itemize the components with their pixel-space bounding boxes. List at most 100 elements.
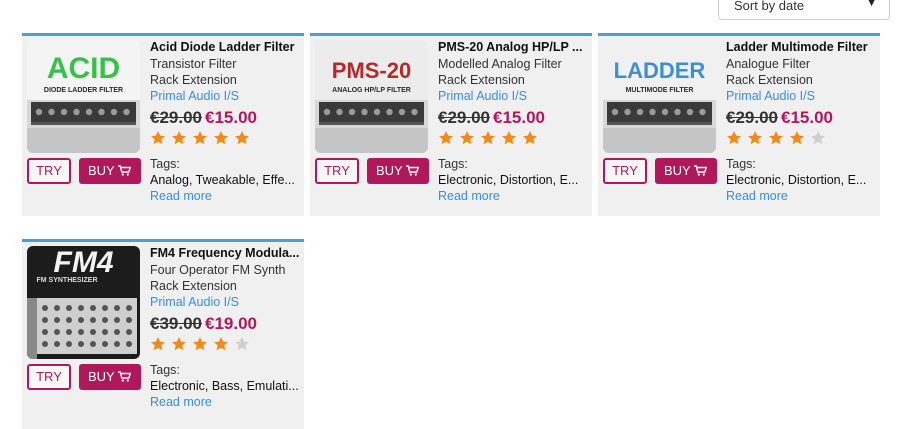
tags-list: Electronic, Distortion, E... [726, 172, 876, 188]
star-filled-icon [769, 131, 783, 145]
old-price: €29.00 [438, 108, 490, 127]
thumbnail-logo-text: PMS-20 [332, 58, 411, 83]
price: €29.00 €15.00 [438, 108, 588, 128]
read-more-link[interactable]: Read more [150, 189, 212, 203]
tag-link[interactable]: Bass [212, 379, 240, 393]
thumbnail-caption-text: FM SYNTHESIZER [36, 277, 97, 284]
vendor-link[interactable]: Primal Audio I/S [438, 88, 588, 104]
star-filled-icon [481, 131, 495, 145]
tag-link[interactable]: Emulati... [247, 379, 299, 393]
cart-icon [117, 365, 132, 391]
product-title[interactable]: PMS-20 Analog HP/LP ... [438, 39, 588, 56]
tag-link[interactable]: Electronic [438, 173, 493, 187]
sort-dropdown[interactable]: Sort by date ▼ [718, 0, 890, 20]
star-filled-icon [502, 131, 516, 145]
product-card: PMS-20 ANALOG HP/LP FILTER PMS-20 Analog … [310, 33, 592, 216]
product-thumbnail[interactable]: FM4 FM SYNTHESIZER [27, 246, 140, 359]
product-category: Rack Extension [438, 73, 525, 87]
read-more-link[interactable]: Read more [150, 395, 212, 409]
product-category: Rack Extension [150, 73, 237, 87]
buy-button-label: BUY [376, 163, 403, 178]
read-more-link[interactable]: Read more [438, 189, 500, 203]
tag-link[interactable]: E... [560, 173, 579, 187]
product-card: LADDER MULTIMODE FILTER Ladder Multimode … [598, 33, 880, 216]
tag-link[interactable]: Tweakable [196, 173, 256, 187]
vendor-link[interactable]: Primal Audio I/S [150, 294, 300, 310]
star-filled-icon [748, 131, 762, 145]
cart-icon [405, 159, 420, 185]
star-filled-icon [214, 131, 228, 145]
thumbnail-caption-text: MULTIMODE FILTER [626, 87, 694, 94]
try-button[interactable]: TRY [27, 364, 71, 390]
tags-label: Tags: [726, 157, 756, 171]
tag-separator: , [188, 173, 196, 187]
tags-label: Tags: [438, 157, 468, 171]
tag-link[interactable]: Electronic [150, 379, 205, 393]
tag-link[interactable]: Distortion [788, 173, 841, 187]
star-filled-icon [172, 337, 186, 351]
cart-icon [693, 159, 708, 185]
tags-list: Analog, Tweakable, Effe... [150, 172, 300, 188]
product-thumbnail[interactable]: PMS-20 ANALOG HP/LP FILTER [315, 40, 428, 153]
try-button[interactable]: TRY [27, 158, 71, 184]
product-category: Rack Extension [150, 279, 237, 293]
tag-separator: , [780, 173, 788, 187]
thumbnail-logo-text: LADDER [614, 58, 706, 83]
product-title[interactable]: Acid Diode Ladder Filter [150, 39, 300, 56]
tag-link[interactable]: E... [848, 173, 867, 187]
tag-link[interactable]: Effe... [262, 173, 294, 187]
star-filled-icon [235, 131, 249, 145]
tag-separator: , [204, 379, 212, 393]
tags-label: Tags: [150, 157, 180, 171]
try-button[interactable]: TRY [315, 158, 359, 184]
product-title[interactable]: Ladder Multimode Filter [726, 39, 876, 56]
tags-list: Electronic, Distortion, E... [438, 172, 588, 188]
buy-button-label: BUY [664, 163, 691, 178]
tag-link[interactable]: Analog [150, 173, 189, 187]
star-rating [726, 130, 831, 148]
buy-button-label: BUY [88, 369, 115, 384]
tag-separator: , [840, 173, 848, 187]
tag-separator: , [552, 173, 560, 187]
star-filled-icon [151, 131, 165, 145]
buy-button[interactable]: BUY [79, 158, 141, 184]
tag-link[interactable]: Distortion [500, 173, 553, 187]
price: €29.00 €15.00 [150, 108, 300, 128]
star-filled-icon [460, 131, 474, 145]
try-button[interactable]: TRY [603, 158, 647, 184]
thumbnail-caption-text: DIODE LADDER FILTER [44, 87, 123, 94]
product-subtitle: Transistor Filter [150, 57, 237, 71]
product-thumbnail[interactable]: LADDER MULTIMODE FILTER [603, 40, 716, 153]
buy-button[interactable]: BUY [655, 158, 717, 184]
buy-button[interactable]: BUY [367, 158, 429, 184]
sort-dropdown-label: Sort by date [734, 0, 805, 13]
price: €39.00 €19.00 [150, 314, 300, 334]
sale-price: €15.00 [205, 108, 257, 127]
vendor-link[interactable]: Primal Audio I/S [726, 88, 876, 104]
cart-icon [117, 159, 132, 185]
tag-separator: , [492, 173, 500, 187]
star-filled-icon [523, 131, 537, 145]
star-filled-icon [214, 337, 228, 351]
tag-separator: , [239, 379, 247, 393]
buy-button[interactable]: BUY [79, 364, 141, 390]
thumbnail-caption-text: ANALOG HP/LP FILTER [332, 87, 411, 94]
product-subtitle: Four Operator FM Synth [150, 263, 286, 277]
old-price: €29.00 [726, 108, 778, 127]
tag-link[interactable]: Electronic [726, 173, 781, 187]
read-more-link[interactable]: Read more [726, 189, 788, 203]
buy-button-label: BUY [88, 163, 115, 178]
star-rating [438, 130, 543, 148]
vendor-link[interactable]: Primal Audio I/S [150, 88, 300, 104]
sale-price: €19.00 [205, 314, 257, 333]
product-subtitle: Analogue Filter [726, 57, 811, 71]
product-thumbnail[interactable]: ACID DIODE LADDER FILTER [27, 40, 140, 153]
star-filled-icon [151, 337, 165, 351]
thumbnail-logo-text: ACID [47, 52, 120, 85]
star-filled-icon [727, 131, 741, 145]
star-empty-icon [811, 131, 825, 145]
product-subtitle: Modelled Analog Filter [438, 57, 562, 71]
star-rating [150, 336, 255, 354]
product-title[interactable]: FM4 Frequency Modula... [150, 245, 300, 262]
star-filled-icon [790, 131, 804, 145]
